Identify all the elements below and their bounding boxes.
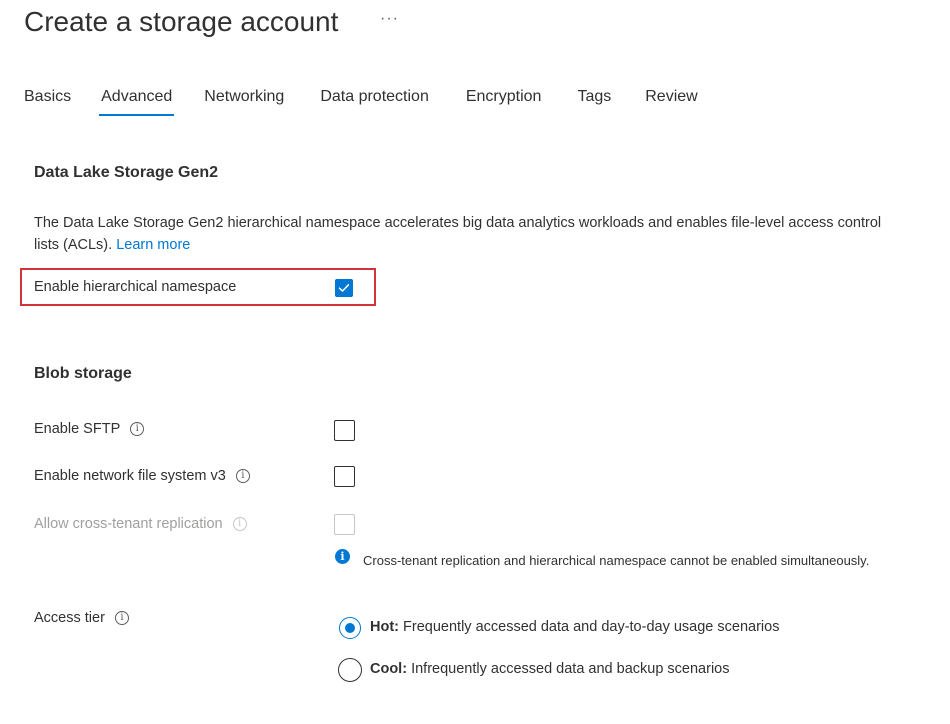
cool-tier-desc: Infrequently accessed data and backup sc… [411, 661, 730, 677]
nfs-checkbox[interactable] [334, 466, 355, 487]
info-icon[interactable]: i [235, 469, 250, 483]
tab-data-protection[interactable]: Data protection [320, 88, 429, 114]
nfs-label: Enable network file system v3 i [34, 468, 250, 484]
hot-tier-name: Hot: [370, 619, 399, 635]
section-heading-data-lake: Data Lake Storage Gen2 [34, 164, 219, 181]
access-tier-label-text: Access tier [34, 610, 105, 626]
learn-more-link[interactable]: Learn more [116, 237, 190, 253]
cross-tenant-label: Allow cross-tenant replication i [34, 516, 247, 532]
tab-networking[interactable]: Networking [204, 88, 284, 114]
tab-encryption[interactable]: Encryption [466, 88, 542, 114]
page-title: Create a storage account [24, 6, 339, 37]
checkmark-icon [338, 284, 350, 292]
cross-tenant-checkbox [334, 514, 355, 535]
cross-tenant-label-text: Allow cross-tenant replication [34, 516, 223, 532]
sftp-checkbox[interactable] [334, 420, 355, 441]
radio-selected-dot [345, 623, 355, 633]
tab-review[interactable]: Review [645, 88, 697, 114]
info-icon[interactable]: i [232, 517, 247, 531]
hot-tier-desc: Frequently accessed data and day-to-day … [403, 619, 780, 635]
more-options-icon[interactable]: ··· [380, 10, 399, 28]
info-icon[interactable]: i [130, 422, 145, 436]
tab-tags[interactable]: Tags [577, 88, 611, 114]
cross-tenant-note: Cross-tenant replication and hierarchica… [363, 553, 870, 568]
radio-cool[interactable] [338, 658, 362, 682]
hot-option-label[interactable]: Hot: Frequently accessed data and day-to… [370, 619, 779, 635]
nfs-label-text: Enable network file system v3 [34, 468, 226, 484]
cool-option-label[interactable]: Cool: Infrequently accessed data and bac… [370, 661, 729, 677]
tab-advanced[interactable]: Advanced [99, 88, 175, 116]
sftp-label: Enable SFTP i [34, 421, 145, 437]
tab-basics[interactable]: Basics [24, 88, 71, 114]
access-tier-label: Access tier i [34, 610, 129, 626]
hns-label: Enable hierarchical namespace [34, 279, 237, 295]
cool-tier-name: Cool: [370, 661, 408, 677]
sftp-label-text: Enable SFTP [34, 421, 121, 437]
info-icon[interactable]: i [114, 611, 129, 625]
data-lake-description: The Data Lake Storage Gen2 hierarchical … [34, 212, 894, 256]
section-heading-blob: Blob storage [34, 365, 132, 382]
radio-hot[interactable] [339, 617, 361, 639]
info-filled-icon: i [335, 549, 350, 564]
tab-bar: Basics Advanced Networking Data protecti… [24, 88, 698, 116]
hns-checkbox[interactable] [335, 279, 353, 297]
